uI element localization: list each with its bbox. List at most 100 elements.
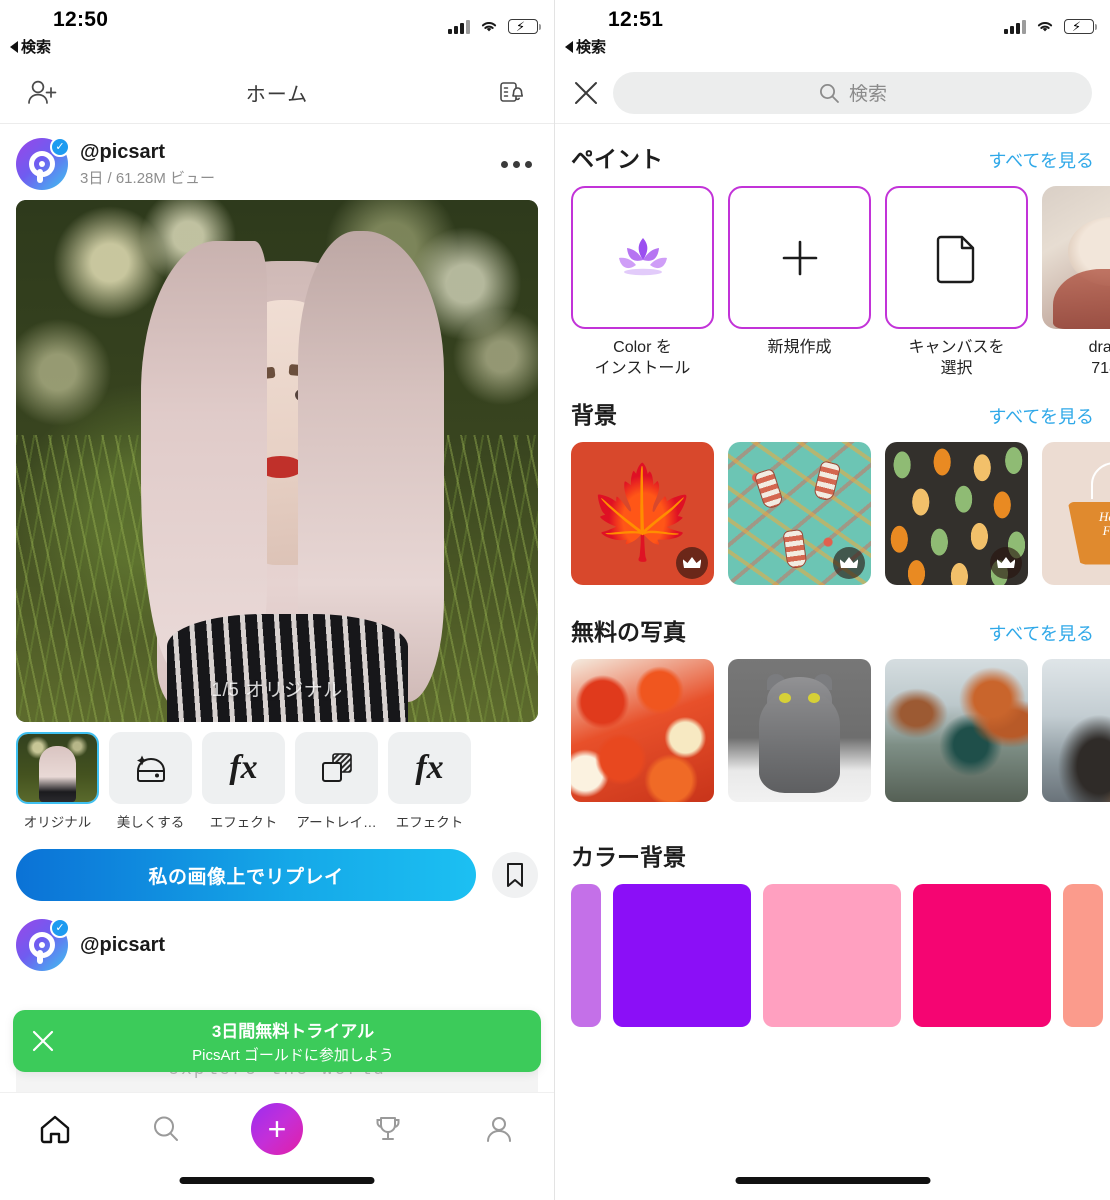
- paint-card-select-canvas[interactable]: キャンバスを 選択: [885, 186, 1028, 380]
- cup-illustration: HelloFall: [1068, 502, 1110, 565]
- label-line-1: キャンバスを: [885, 338, 1028, 359]
- tool-original[interactable]: オリジナル: [16, 732, 99, 831]
- next-post-peek: ✓ @picsart: [0, 901, 554, 971]
- tool-original-thumbnail: [16, 732, 99, 804]
- label-line-1: draft_1: [1042, 338, 1110, 359]
- fx-icon: fx: [202, 732, 285, 804]
- tool-effect-2-label: エフェクト: [388, 811, 471, 831]
- tool-effect-1[interactable]: fx エフェクト: [202, 732, 285, 831]
- tool-effect-2[interactable]: fx エフェクト: [388, 732, 471, 831]
- section-header-backgrounds: 背景 すべてを見る: [555, 380, 1110, 442]
- fx-icon: fx: [388, 732, 471, 804]
- free-photos-row[interactable]: [555, 659, 1110, 802]
- photo-tile-autumn-leaves[interactable]: [571, 659, 714, 802]
- paint-card-row[interactable]: Color を インストール 新規作成: [555, 186, 1110, 380]
- tool-art-layers-label: アートレイ…: [295, 811, 378, 831]
- backgrounds-row[interactable]: 🍁 HelloFall: [555, 442, 1110, 585]
- maple-leaf-icon: 🍁: [586, 468, 698, 558]
- sidebar-item-challenges[interactable]: [355, 1101, 421, 1157]
- dual-screenshot: 12:50 検索 ⚡: [0, 0, 1110, 1200]
- home-icon: [38, 1113, 72, 1145]
- section-header-free-photos: 無料の写真 すべてを見る: [555, 585, 1110, 659]
- color-swatch-light-pink[interactable]: [763, 884, 901, 1027]
- avatar[interactable]: ✓: [16, 138, 68, 190]
- post-meta: @picsart 3日 / 61.28M ビュー: [80, 141, 495, 188]
- section-title-paint: ペイント: [571, 140, 663, 174]
- background-tile-maple-leaf[interactable]: 🍁: [571, 442, 714, 585]
- sidebar-item-profile[interactable]: [466, 1101, 532, 1157]
- cellular-signal-icon: [1004, 19, 1026, 34]
- add-user-icon[interactable]: [20, 71, 64, 115]
- back-to-search-link[interactable]: 検索: [565, 36, 606, 57]
- plus-icon: +: [251, 1103, 303, 1155]
- banner-title: 3日間無料トライアル: [59, 1017, 527, 1042]
- search-input[interactable]: 検索: [613, 72, 1092, 114]
- post-photo[interactable]: 1/5 オリジナル: [16, 200, 538, 722]
- color-swatch-salmon[interactable]: [1063, 884, 1103, 1027]
- post-meta: @picsart: [80, 934, 538, 957]
- paint-card-new[interactable]: 新規作成: [728, 186, 871, 380]
- color-swatch-row[interactable]: [555, 884, 1110, 1027]
- back-label: 検索: [576, 36, 606, 57]
- battery-charging-icon: ⚡: [508, 19, 538, 34]
- premium-crown-icon: [990, 547, 1022, 579]
- color-swatch-light-purple[interactable]: [571, 884, 601, 1027]
- search-header: 検索: [555, 62, 1110, 124]
- post-username[interactable]: @picsart: [80, 141, 495, 164]
- see-all-paint[interactable]: すべてを見る: [988, 147, 1094, 173]
- background-tile-leaves-pattern[interactable]: [885, 442, 1028, 585]
- close-icon[interactable]: [27, 1025, 59, 1057]
- create-button[interactable]: +: [244, 1101, 310, 1157]
- post-header: ✓ @picsart 3日 / 61.28M ビュー: [0, 124, 554, 200]
- section-title-free-photos: 無料の写真: [571, 613, 686, 647]
- lotus-icon: [571, 186, 714, 329]
- close-icon[interactable]: [569, 76, 603, 110]
- battery-charging-icon: ⚡: [1064, 19, 1094, 34]
- section-title-color-backgrounds: カラー背景: [571, 838, 686, 872]
- bookmark-icon[interactable]: [492, 852, 538, 898]
- search-browse-screen: 12:51 検索 ⚡: [555, 0, 1110, 1200]
- back-to-search-link[interactable]: 検索: [10, 36, 51, 57]
- label-line-2: 選択: [885, 359, 1028, 380]
- beautify-face-icon: [109, 732, 192, 804]
- portrait-subject: [157, 231, 418, 722]
- free-trial-banner[interactable]: 3日間無料トライアル PicsArt ゴールドに参加しよう: [13, 1010, 541, 1072]
- verified-badge-icon: ✓: [50, 918, 70, 938]
- photo-tile-autumn-river[interactable]: [885, 659, 1028, 802]
- color-swatch-violet[interactable]: [613, 884, 751, 1027]
- search-placeholder: 検索: [849, 79, 887, 106]
- replay-row: 私の画像上でリプレイ: [0, 835, 554, 901]
- background-tile-socks[interactable]: [728, 442, 871, 585]
- search-icon: [818, 82, 840, 104]
- photo-tile-grey-cat[interactable]: [728, 659, 871, 802]
- paint-card-draft[interactable]: draft_1 71883: [1042, 186, 1110, 380]
- photo-tile-person-by-water[interactable]: [1042, 659, 1110, 802]
- tool-original-label: オリジナル: [16, 811, 99, 831]
- post2-username[interactable]: @picsart: [80, 934, 538, 957]
- home-indicator: [180, 1177, 375, 1184]
- back-triangle-icon: [565, 41, 573, 53]
- post-stats: 3日 / 61.28M ビュー: [80, 167, 495, 188]
- notification-bell-icon[interactable]: [490, 71, 534, 115]
- see-all-free-photos[interactable]: すべてを見る: [988, 620, 1094, 646]
- sidebar-item-home[interactable]: [22, 1101, 88, 1157]
- paint-card-select-canvas-label: キャンバスを 選択: [885, 338, 1028, 380]
- color-swatch-hot-pink[interactable]: [913, 884, 1051, 1027]
- see-all-backgrounds[interactable]: すべてを見る: [988, 403, 1094, 429]
- tool-beautify-label: 美しくする: [109, 811, 192, 831]
- status-time: 12:50: [53, 8, 108, 32]
- draft-thumbnail: [1042, 186, 1110, 329]
- back-label: 検索: [21, 36, 51, 57]
- more-options-icon[interactable]: [495, 161, 538, 168]
- paint-card-install-color[interactable]: Color を インストール: [571, 186, 714, 380]
- replay-on-my-photo-button[interactable]: 私の画像上でリプレイ: [16, 849, 476, 901]
- page-title: ホーム: [246, 78, 308, 107]
- verified-badge-icon: ✓: [50, 137, 70, 157]
- home-indicator: [735, 1177, 930, 1184]
- sidebar-item-discover[interactable]: [133, 1101, 199, 1157]
- avatar[interactable]: ✓: [16, 919, 68, 971]
- tool-beautify[interactable]: 美しくする: [109, 732, 192, 831]
- label-line-1: Color を: [571, 338, 714, 359]
- background-tile-coffee-cup[interactable]: HelloFall: [1042, 442, 1110, 585]
- tool-art-layers[interactable]: アートレイ…: [295, 732, 378, 831]
